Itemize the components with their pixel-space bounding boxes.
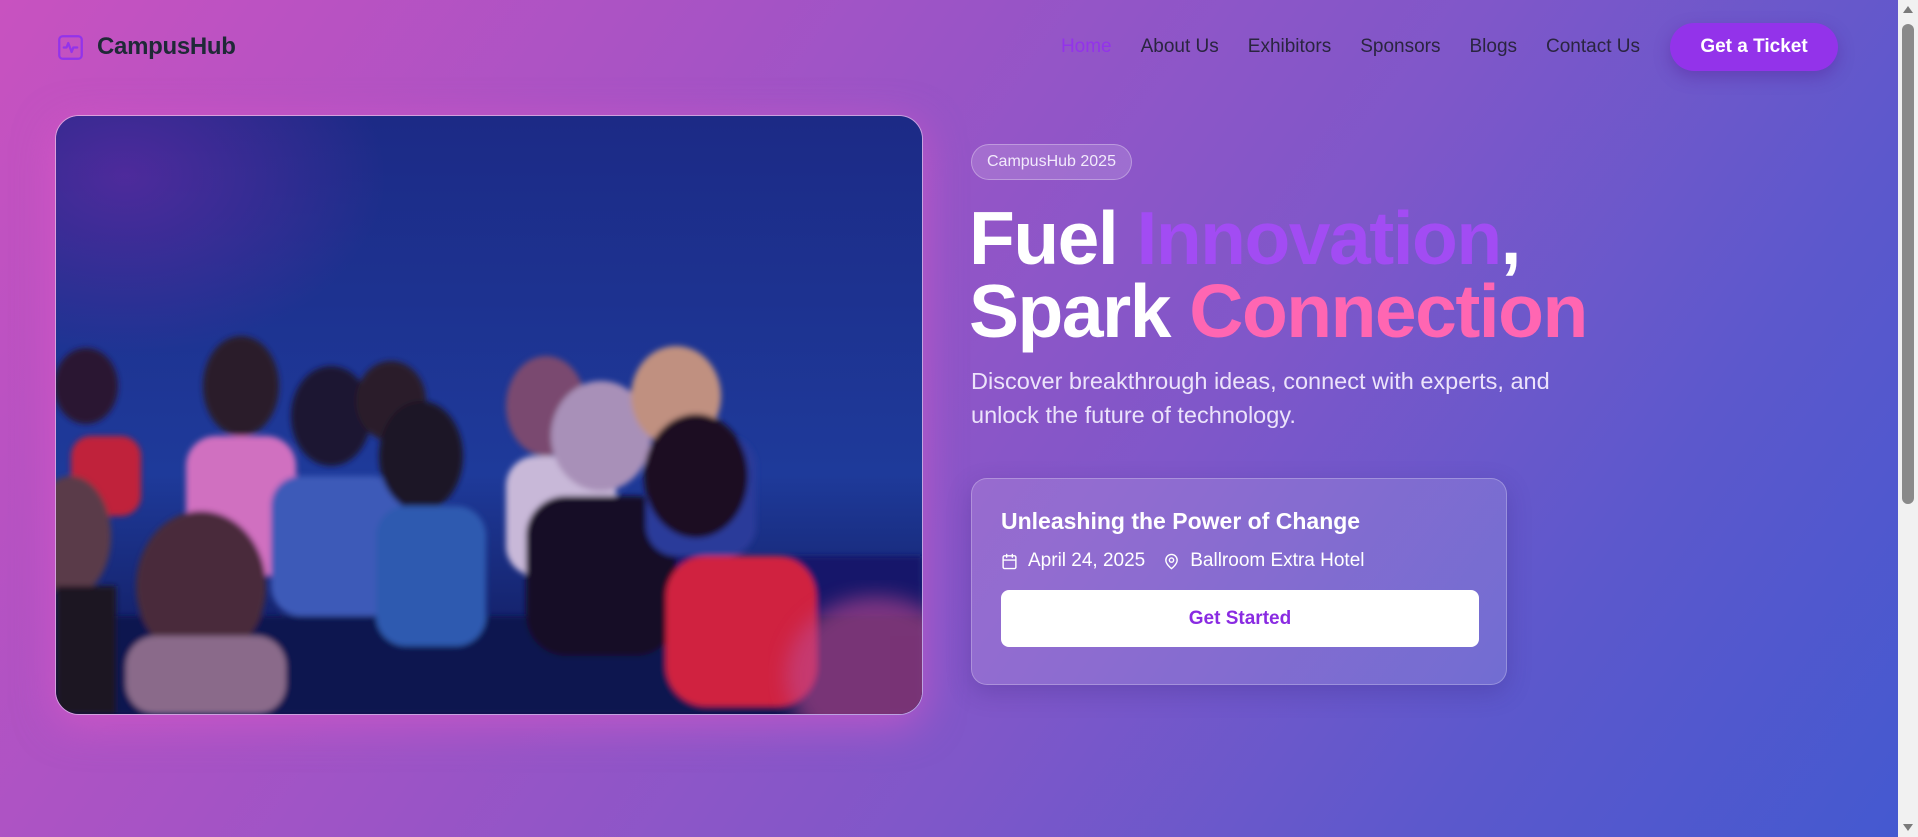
- nav-home[interactable]: Home: [1061, 36, 1112, 58]
- event-title: Unleashing the Power of Change: [1001, 508, 1361, 534]
- headline-comma: ,: [1500, 196, 1522, 280]
- scroll-up-arrow-icon[interactable]: [1903, 6, 1913, 13]
- headline-spark: Spark: [969, 269, 1190, 353]
- hero-description: Discover breakthrough ideas, connect wit…: [971, 368, 1550, 428]
- main-nav: Home About Us Exhibitors Sponsors Blogs …: [1061, 23, 1838, 71]
- nav-sponsors[interactable]: Sponsors: [1360, 36, 1440, 58]
- scroll-down-arrow-icon[interactable]: [1903, 824, 1913, 831]
- nav-contact-us[interactable]: Contact Us: [1546, 36, 1640, 58]
- hero-content: CampusHub 2025 Fuel Innovation, Spark Con…: [969, 144, 1611, 456]
- nav-exhibitors[interactable]: Exhibitors: [1248, 36, 1331, 58]
- page-scrollbar[interactable]: [1898, 0, 1918, 837]
- nav-blogs[interactable]: Blogs: [1469, 36, 1517, 58]
- event-card: Unleashing the Power of Change April 24,…: [971, 478, 1507, 685]
- event-date: April 24, 2025: [1028, 550, 1146, 571]
- brand-logo[interactable]: CampusHub: [57, 33, 236, 61]
- brand-name: CampusHub: [97, 33, 236, 60]
- hero-audience-photo: [55, 115, 923, 715]
- hero-headline: Fuel Innovation, Spark Connection: [969, 201, 1611, 349]
- event-location: Ballroom Extra Hotel: [1190, 550, 1365, 571]
- nav-about-us[interactable]: About Us: [1141, 36, 1219, 58]
- map-pin-icon: [1165, 553, 1179, 569]
- activity-pulse-icon: [58, 34, 83, 60]
- event-meta: April 24, 2025 Ballroom Extra Hotel: [1001, 550, 1477, 572]
- event-year-badge: CampusHub 2025: [971, 144, 1132, 180]
- headline-connection: Connection: [1189, 269, 1588, 353]
- get-started-button[interactable]: Get Started: [1001, 590, 1479, 647]
- scrollbar-thumb[interactable]: [1902, 24, 1914, 504]
- get-ticket-button[interactable]: Get a Ticket: [1670, 23, 1838, 71]
- headline-fuel: Fuel: [969, 196, 1137, 280]
- calendar-icon: [1002, 553, 1017, 569]
- headline-innovation: Innovation: [1136, 196, 1503, 280]
